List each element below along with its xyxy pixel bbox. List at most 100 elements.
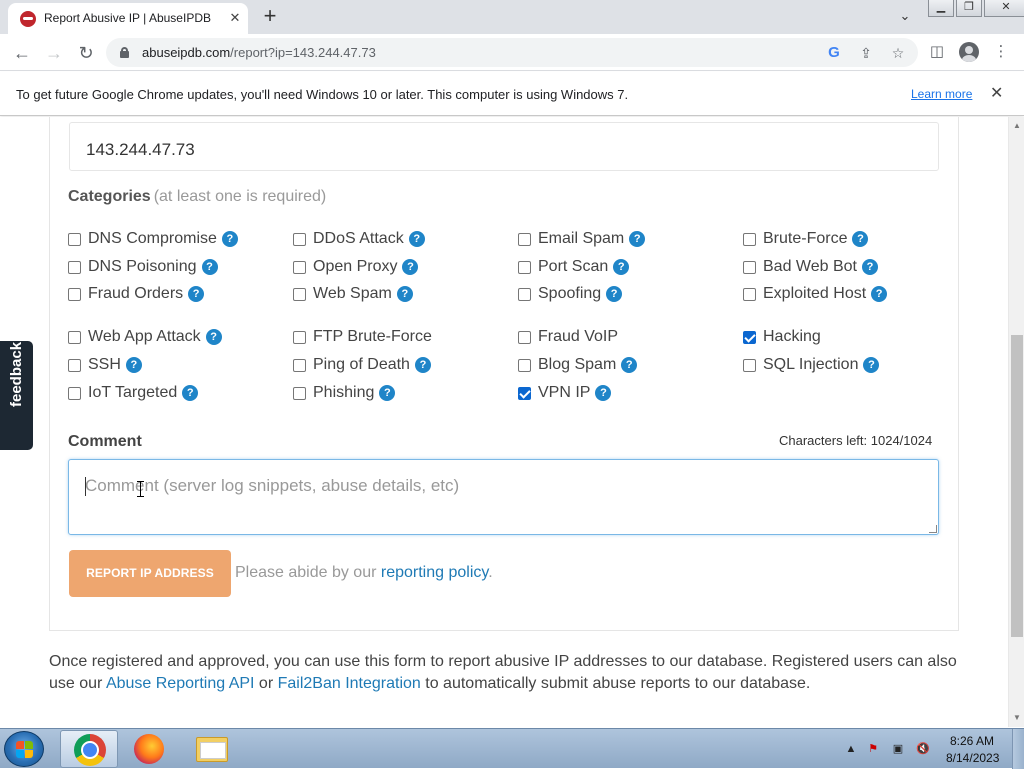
category-label[interactable]: Exploited Host (763, 285, 866, 303)
category-label[interactable]: Open Proxy (313, 258, 397, 276)
textarea-resize-handle[interactable] (929, 525, 937, 533)
address-bar[interactable]: abuseipdb.com/report?ip=143.244.47.73 G … (106, 38, 918, 67)
category-label[interactable]: DNS Poisoning (88, 258, 197, 276)
scroll-down-arrow-icon[interactable]: ▼ (1013, 713, 1021, 722)
category-label[interactable]: DNS Compromise (88, 230, 217, 248)
help-question-icon[interactable]: ? (621, 357, 638, 373)
help-question-icon[interactable]: ? (629, 231, 646, 247)
category-web-app-attack[interactable]: Web App Attack? (68, 327, 222, 347)
profile-avatar-icon[interactable] (959, 42, 979, 62)
category-checkbox[interactable] (293, 358, 306, 372)
category-ftp-brute-force[interactable]: FTP Brute-Force (293, 327, 432, 347)
tab-search-chevron-icon[interactable]: ⌄ (895, 8, 915, 28)
category-label[interactable]: Spoofing (538, 285, 601, 303)
taskbar-firefox[interactable] (121, 730, 179, 768)
abuse-reporting-api-link[interactable]: Abuse Reporting API (106, 675, 255, 692)
category-label[interactable]: Email Spam (538, 230, 624, 248)
lock-icon[interactable] (120, 47, 129, 58)
category-fraud-voip[interactable]: Fraud VoIP (518, 327, 618, 347)
help-question-icon[interactable]: ? (863, 357, 880, 373)
category-checkbox[interactable] (68, 260, 81, 274)
forward-arrow-icon[interactable]: → (41, 40, 67, 66)
action-center-flag-icon[interactable]: ⚑ (865, 741, 881, 757)
category-label[interactable]: IoT Targeted (88, 384, 177, 402)
category-label[interactable]: Web Spam (313, 285, 392, 303)
reporting-policy-link[interactable]: reporting policy (381, 564, 488, 581)
browser-tab[interactable]: Report Abusive IP | AbuseIPDB ✕ (8, 3, 248, 34)
category-checkbox[interactable] (743, 358, 756, 372)
category-checkbox[interactable] (518, 330, 531, 344)
taskbar-file-explorer[interactable] (182, 730, 240, 768)
category-label[interactable]: Ping of Death (313, 356, 410, 374)
ip-address-field[interactable]: 143.244.47.73 (69, 122, 939, 171)
category-checkbox[interactable] (68, 386, 81, 400)
clock-date[interactable]: 8/14/2023 (946, 751, 999, 765)
category-checkbox[interactable] (518, 232, 531, 246)
bookmark-star-icon[interactable]: ☆ (888, 43, 908, 63)
category-label[interactable]: Web App Attack (88, 328, 201, 346)
help-question-icon[interactable]: ? (402, 259, 419, 275)
category-ddos-attack[interactable]: DDoS Attack? (293, 229, 425, 249)
category-email-spam[interactable]: Email Spam? (518, 229, 646, 249)
category-ssh[interactable]: SSH? (68, 355, 142, 375)
category-label[interactable]: SQL Injection (763, 356, 858, 374)
comment-textarea[interactable]: Comment (server log snippets, abuse deta… (68, 459, 939, 535)
category-port-scan[interactable]: Port Scan? (518, 257, 630, 277)
scrollbar-thumb[interactable] (1011, 335, 1023, 637)
category-label[interactable]: Port Scan (538, 258, 608, 276)
back-arrow-icon[interactable]: ← (9, 40, 35, 66)
category-blog-spam[interactable]: Blog Spam? (518, 355, 638, 375)
category-checkbox[interactable] (293, 287, 306, 301)
category-label[interactable]: FTP Brute-Force (313, 328, 432, 346)
restore-button[interactable]: ❐ (956, 0, 982, 17)
taskbar-chrome[interactable] (60, 730, 118, 768)
category-label[interactable]: Blog Spam (538, 356, 616, 374)
category-label[interactable]: Bad Web Bot (763, 258, 857, 276)
category-checkbox[interactable] (293, 386, 306, 400)
category-sql-injection[interactable]: SQL Injection? (743, 355, 880, 375)
category-label[interactable]: Hacking (763, 328, 821, 346)
category-dns-poisoning[interactable]: DNS Poisoning? (68, 257, 218, 277)
category-checkbox[interactable] (743, 232, 756, 246)
help-question-icon[interactable]: ? (182, 385, 199, 401)
category-checkbox[interactable] (68, 287, 81, 301)
category-web-spam[interactable]: Web Spam? (293, 284, 413, 304)
category-fraud-orders[interactable]: Fraud Orders? (68, 284, 205, 304)
category-checkbox[interactable] (518, 287, 531, 301)
category-label[interactable]: Brute-Force (763, 230, 847, 248)
help-question-icon[interactable]: ? (414, 357, 431, 373)
category-checkbox[interactable] (518, 358, 531, 372)
category-dns-compromise[interactable]: DNS Compromise? (68, 229, 238, 249)
help-question-icon[interactable]: ? (606, 286, 623, 302)
category-open-proxy[interactable]: Open Proxy? (293, 257, 419, 277)
category-hacking[interactable]: Hacking (743, 327, 821, 347)
category-brute-force[interactable]: Brute-Force? (743, 229, 869, 249)
tab-close-icon[interactable]: ✕ (226, 9, 244, 27)
new-tab-button[interactable]: + (258, 5, 282, 29)
fail2ban-integration-link[interactable]: Fail2Ban Integration (278, 675, 421, 692)
help-question-icon[interactable]: ? (613, 259, 630, 275)
help-question-icon[interactable]: ? (201, 259, 218, 275)
category-label[interactable]: Fraud Orders (88, 285, 183, 303)
help-question-icon[interactable]: ? (221, 231, 238, 247)
category-checkbox[interactable] (743, 330, 756, 344)
help-question-icon[interactable]: ? (408, 231, 425, 247)
share-icon[interactable]: ⇪ (856, 43, 876, 63)
category-label[interactable]: Fraud VoIP (538, 328, 618, 346)
help-question-icon[interactable]: ? (205, 329, 222, 345)
help-question-icon[interactable]: ? (852, 231, 869, 247)
show-desktop-button[interactable] (1012, 729, 1024, 769)
page-scrollbar[interactable]: ▲ ▼ (1008, 117, 1024, 727)
reload-icon[interactable]: ↻ (73, 40, 99, 66)
category-checkbox[interactable] (743, 260, 756, 274)
help-question-icon[interactable]: ? (396, 286, 413, 302)
close-window-button[interactable]: ✕ (984, 0, 1024, 17)
report-ip-address-button[interactable]: REPORT IP ADDRESS (69, 550, 231, 597)
category-checkbox[interactable] (68, 232, 81, 246)
help-question-icon[interactable]: ? (188, 286, 205, 302)
category-checkbox[interactable] (743, 287, 756, 301)
help-question-icon[interactable]: ? (595, 385, 612, 401)
category-label[interactable]: DDoS Attack (313, 230, 404, 248)
category-label[interactable]: SSH (88, 356, 121, 374)
category-checkbox[interactable] (293, 232, 306, 246)
